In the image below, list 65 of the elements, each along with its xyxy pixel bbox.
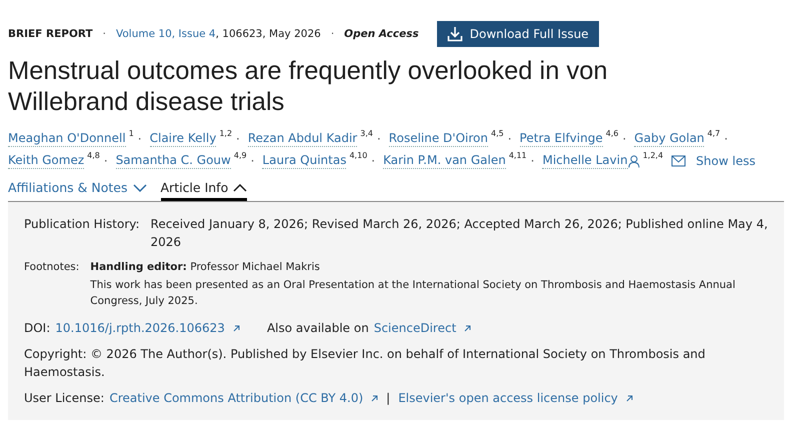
separator-dot: · xyxy=(250,153,254,170)
field-label: User License: xyxy=(24,390,104,407)
copyright-text: Copyright: © 2026 The Author(s). Published by Elsevier Inc. on behalf of International Society on Thrombosis and Haemostasis. xyxy=(24,346,706,381)
author-link[interactable]: Michelle Lavin xyxy=(542,153,628,169)
external-link-icon xyxy=(464,325,472,332)
author-link[interactable]: Keith Gomez xyxy=(8,153,84,169)
author-link[interactable]: Gaby Golan xyxy=(634,131,704,147)
affiliation-number: 4,8 xyxy=(87,150,100,162)
separator-dot: · xyxy=(236,131,240,148)
affiliation-number: 4,6 xyxy=(606,128,618,140)
separator-dot: · xyxy=(508,131,512,148)
article-type: BRIEF REPORT xyxy=(8,28,93,40)
field-label: DOI: xyxy=(24,320,50,337)
field-label: Publication History: xyxy=(24,216,140,233)
author-link[interactable]: Karin P.M. van Galen xyxy=(383,153,506,169)
volume-link[interactable]: Volume 10, Issue 4 xyxy=(116,28,216,40)
publication-history-text: Received January 8, 2026; Revised March 26, 2026; Accepted March 26, 2026; Published online May 4, 2026 xyxy=(150,216,768,251)
affiliation-number: 1,2,4 xyxy=(642,150,664,162)
footnote-text: This work has been presented as an Oral Presentation at the International Society on Thrombosis and Haemostasis Annual Congress, July 2025. xyxy=(90,278,736,309)
separator-dot: · xyxy=(724,131,728,148)
download-icon xyxy=(446,26,463,42)
tab[interactable]: Affiliations & Notes xyxy=(8,178,146,201)
license-link[interactable]: Elsevier's open access license policy xyxy=(398,389,618,407)
affiliation-number: 4,7 xyxy=(707,128,720,140)
separator-dot: · xyxy=(330,28,334,40)
separator-dot: · xyxy=(376,131,381,148)
person-icon xyxy=(628,154,640,168)
footnote-text: Handling editor: Professor Michael Makris xyxy=(90,260,321,275)
license-link[interactable]: Creative Commons Attribution (CC BY 4.0) xyxy=(109,389,364,407)
author-link[interactable]: Roseline D'Oiron xyxy=(388,131,488,147)
separator-text: | xyxy=(386,390,390,407)
author-link[interactable]: Laura Quintas xyxy=(262,153,346,169)
separator-dot: · xyxy=(530,153,534,170)
affiliation-number: 4,9 xyxy=(234,150,247,162)
affiliation-number: 4,10 xyxy=(349,150,368,162)
chevron-up-icon xyxy=(233,184,248,192)
external-link-icon xyxy=(371,395,378,402)
article-details: , 106623, May 2026 xyxy=(216,28,321,40)
external-link-icon xyxy=(232,325,240,332)
doi-link[interactable]: 10.1016/j.rpth.2026.106623 xyxy=(55,319,225,337)
external-link-icon xyxy=(626,395,633,402)
also-available-text: Also available on xyxy=(266,320,369,337)
separator-dot: · xyxy=(371,153,376,170)
separator-dot: · xyxy=(102,28,106,40)
author-link[interactable]: Samantha C. Gouw xyxy=(116,153,231,169)
separator-dot: · xyxy=(622,131,626,148)
access-label: Open Access xyxy=(344,28,419,40)
author-link[interactable]: Meaghan O'Donnell xyxy=(8,131,126,147)
email-icon[interactable] xyxy=(671,155,686,167)
author-link[interactable]: Rezan Abdul Kadir xyxy=(248,131,358,147)
affiliation-number: 4,11 xyxy=(508,150,527,162)
sciencedirect-link[interactable]: ScienceDirect xyxy=(374,319,456,337)
chevron-down-icon xyxy=(132,184,146,192)
separator-dot: · xyxy=(138,131,142,148)
article-title: Menstrual outcomes are frequently overlooked in von Willebrand disease trials xyxy=(8,56,609,118)
download-button[interactable]: Download Full Issue xyxy=(436,21,599,47)
show-less-link[interactable]: Show less xyxy=(696,150,756,172)
author-link[interactable]: Petra Elfvinge xyxy=(520,131,603,147)
field-label: Footnotes: xyxy=(24,260,80,275)
separator-dot: · xyxy=(104,153,108,170)
author-link[interactable]: Claire Kelly xyxy=(150,131,216,147)
affiliation-number: 1,2 xyxy=(219,128,232,140)
affiliation-number: 3,4 xyxy=(360,128,373,140)
affiliation-number: 4,5 xyxy=(490,128,504,140)
affiliation-number: 1 xyxy=(128,128,134,140)
